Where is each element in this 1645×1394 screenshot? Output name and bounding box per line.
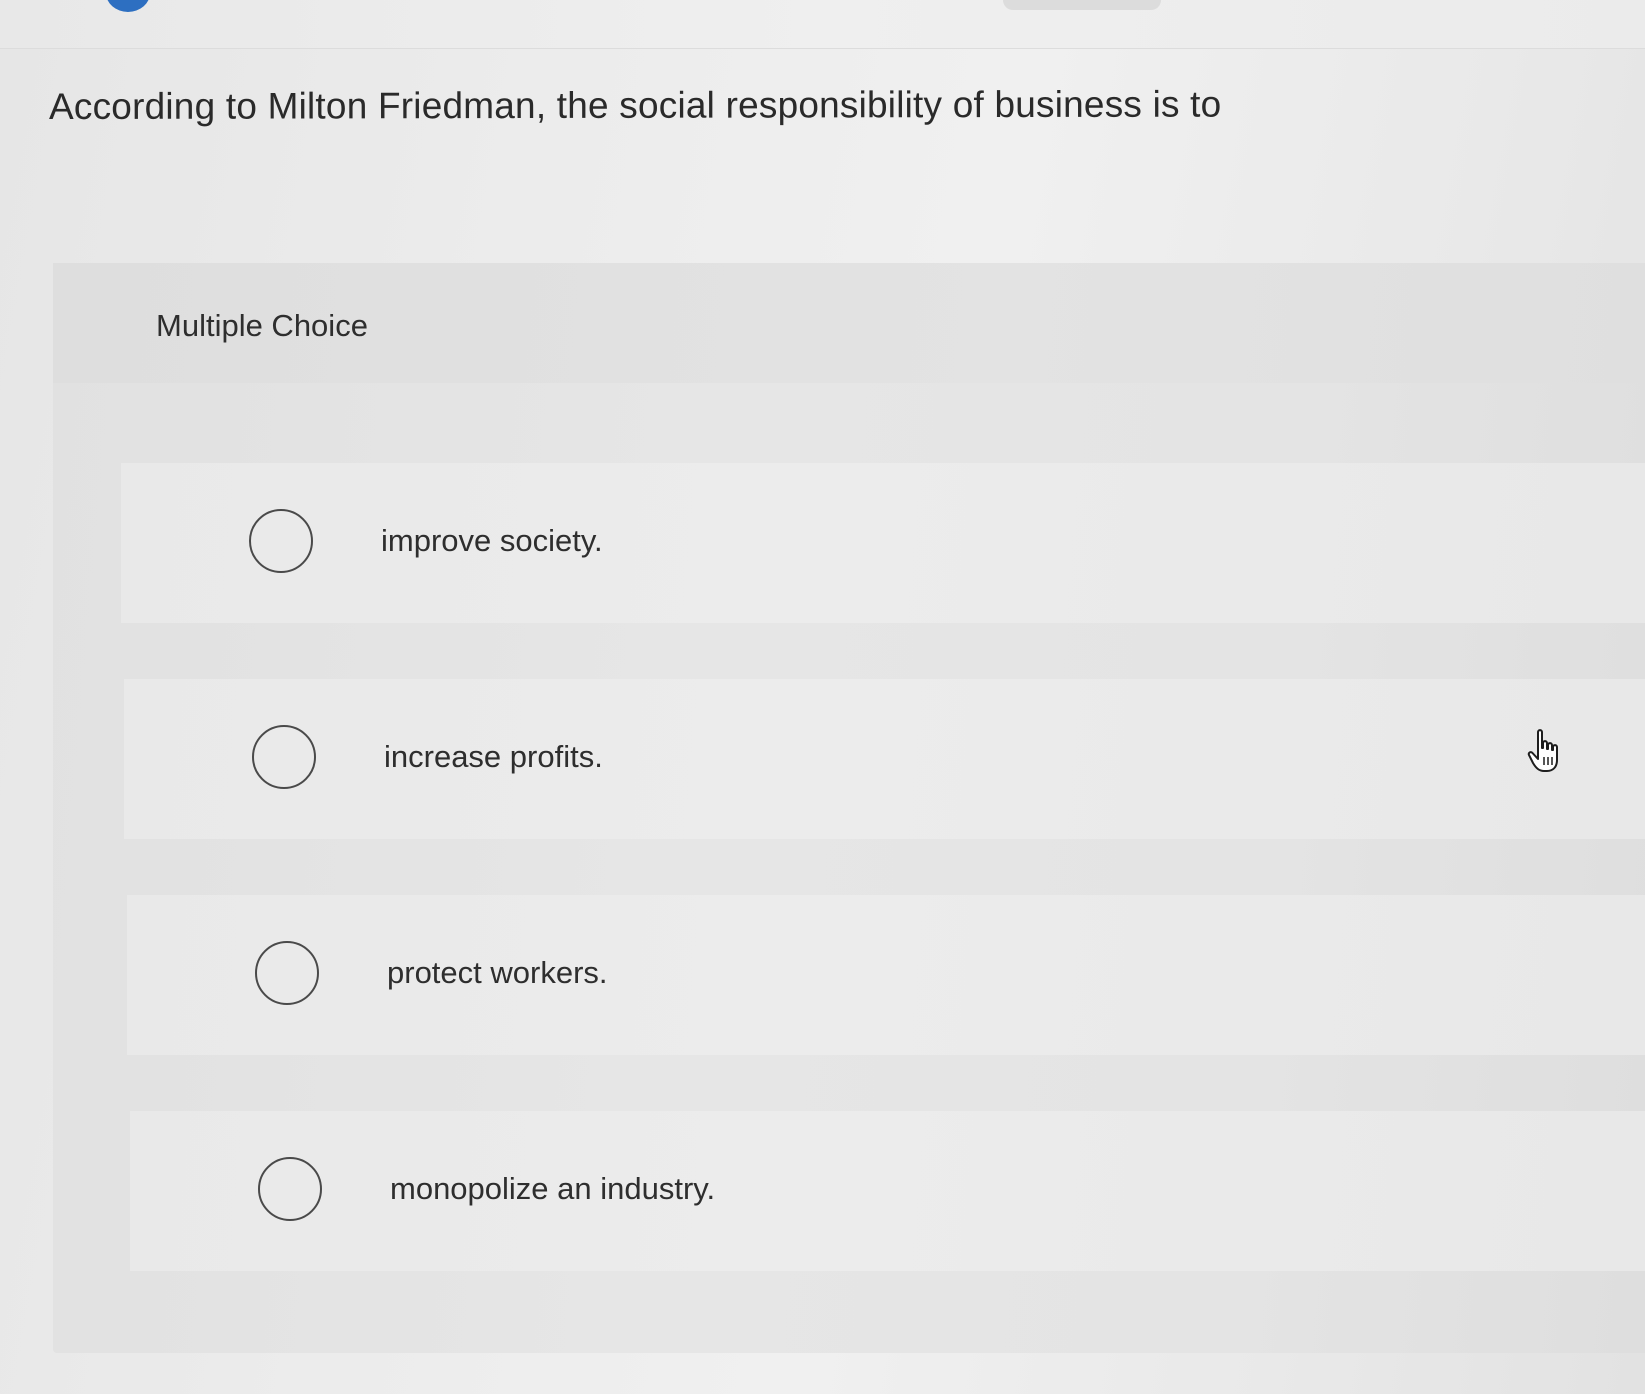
question-number-badge bbox=[106, 0, 150, 12]
answer-option-label: monopolize an industry. bbox=[390, 1171, 716, 1206]
top-bar bbox=[0, 0, 1645, 49]
answer-panel: Multiple Choice improve society. increas… bbox=[53, 263, 1645, 1353]
radio-unchecked-icon[interactable] bbox=[258, 1157, 322, 1221]
answer-option-label: increase profits. bbox=[384, 739, 603, 774]
answer-option-label: protect workers. bbox=[387, 955, 608, 990]
top-tab[interactable] bbox=[1003, 0, 1161, 10]
radio-unchecked-icon[interactable] bbox=[249, 509, 313, 573]
hand-pointer-icon bbox=[1527, 729, 1558, 772]
question-text: According to Milton Friedman, the social… bbox=[48, 83, 1222, 127]
answer-option-3[interactable]: protect workers. bbox=[127, 895, 1645, 1055]
answer-option-2[interactable]: increase profits. bbox=[124, 679, 1645, 839]
radio-unchecked-icon[interactable] bbox=[252, 725, 316, 789]
answer-option-4[interactable]: monopolize an industry. bbox=[130, 1111, 1645, 1271]
answer-panel-header: Multiple Choice bbox=[53, 263, 1645, 383]
question-type-label: Multiple Choice bbox=[156, 308, 368, 343]
answer-option-1[interactable]: improve society. bbox=[121, 463, 1645, 623]
answer-option-label: improve society. bbox=[381, 523, 603, 558]
radio-unchecked-icon[interactable] bbox=[255, 941, 319, 1005]
